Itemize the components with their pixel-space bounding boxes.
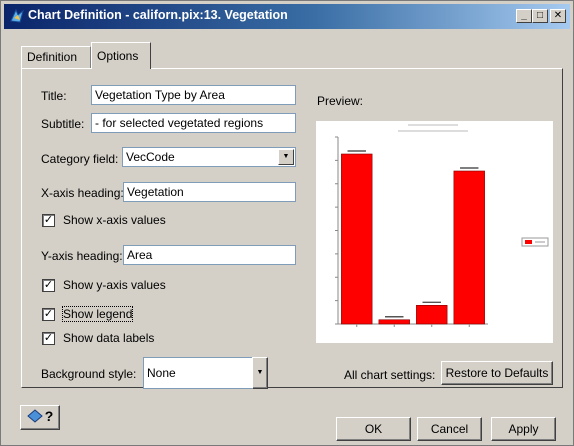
title-input[interactable]: Vegetation Type by Area: [91, 85, 296, 105]
category-field-label: Category field:: [41, 152, 119, 166]
chart-svg: [335, 124, 549, 327]
chevron-down-icon[interactable]: ▼: [252, 357, 268, 389]
show-xaxis-checkbox[interactable]: ✓: [42, 214, 55, 227]
chart-bar: [453, 170, 485, 325]
subtitle-label: Subtitle:: [41, 117, 85, 131]
title-label: Title:: [41, 89, 67, 103]
checkmark-icon: ✓: [43, 214, 54, 226]
window-title: Chart Definition - californ.pix:13. Vege…: [28, 8, 288, 22]
chart-bar: [378, 319, 410, 325]
tab-options[interactable]: Options: [91, 42, 151, 69]
show-datalabels-label[interactable]: Show data labels: [63, 331, 154, 345]
chart-bar: [341, 153, 373, 325]
category-field-select[interactable]: VecCode ▼: [122, 147, 296, 167]
show-yaxis-label[interactable]: Show y-axis values: [63, 278, 166, 292]
help-pointer-icon: [26, 409, 43, 423]
checkmark-icon: ✓: [43, 279, 54, 291]
show-datalabels-checkbox[interactable]: ✓: [42, 332, 55, 345]
cancel-button[interactable]: Cancel: [417, 417, 482, 441]
yaxis-heading-input[interactable]: Area: [123, 245, 296, 265]
title-bar[interactable]: Chart Definition - californ.pix:13. Vege…: [4, 4, 570, 29]
preview-label: Preview:: [317, 94, 364, 108]
tab-definition[interactable]: Definition: [21, 46, 91, 68]
all-chart-settings-label: All chart settings:: [344, 368, 436, 382]
legend-swatch: [525, 240, 532, 244]
show-legend-label[interactable]: Show legend: [61, 306, 134, 322]
restore-defaults-button[interactable]: Restore to Defaults: [441, 361, 553, 385]
background-style-select[interactable]: None: [143, 357, 253, 389]
xaxis-heading-label: X-axis heading:: [41, 186, 124, 200]
help-question-glyph: ?: [44, 408, 54, 424]
chart-definition-dialog: Chart Definition - californ.pix:13. Vege…: [0, 0, 574, 446]
help-button[interactable]: ?: [20, 405, 60, 430]
subtitle-input[interactable]: - for selected vegetated regions: [91, 113, 296, 133]
show-legend-checkbox[interactable]: ✓: [42, 308, 55, 321]
show-xaxis-label[interactable]: Show x-axis values: [63, 213, 166, 227]
chart-bar: [416, 305, 448, 325]
chevron-down-icon[interactable]: ▼: [278, 149, 294, 165]
background-style-label: Background style:: [41, 367, 137, 381]
show-yaxis-checkbox[interactable]: ✓: [42, 279, 55, 292]
checkmark-icon: ✓: [43, 308, 54, 320]
maximize-button[interactable]: □: [532, 9, 548, 23]
chart-preview: [316, 121, 553, 343]
close-button[interactable]: ✕: [550, 9, 566, 23]
apply-button[interactable]: Apply: [491, 417, 556, 441]
category-field-value: VecCode: [126, 150, 175, 164]
app-icon: [10, 8, 24, 23]
xaxis-heading-input[interactable]: Vegetation: [123, 182, 296, 202]
minimize-button[interactable]: _: [516, 9, 532, 23]
checkmark-icon: ✓: [43, 332, 54, 344]
yaxis-heading-label: Y-axis heading:: [41, 249, 123, 263]
ok-button[interactable]: OK: [336, 417, 411, 441]
